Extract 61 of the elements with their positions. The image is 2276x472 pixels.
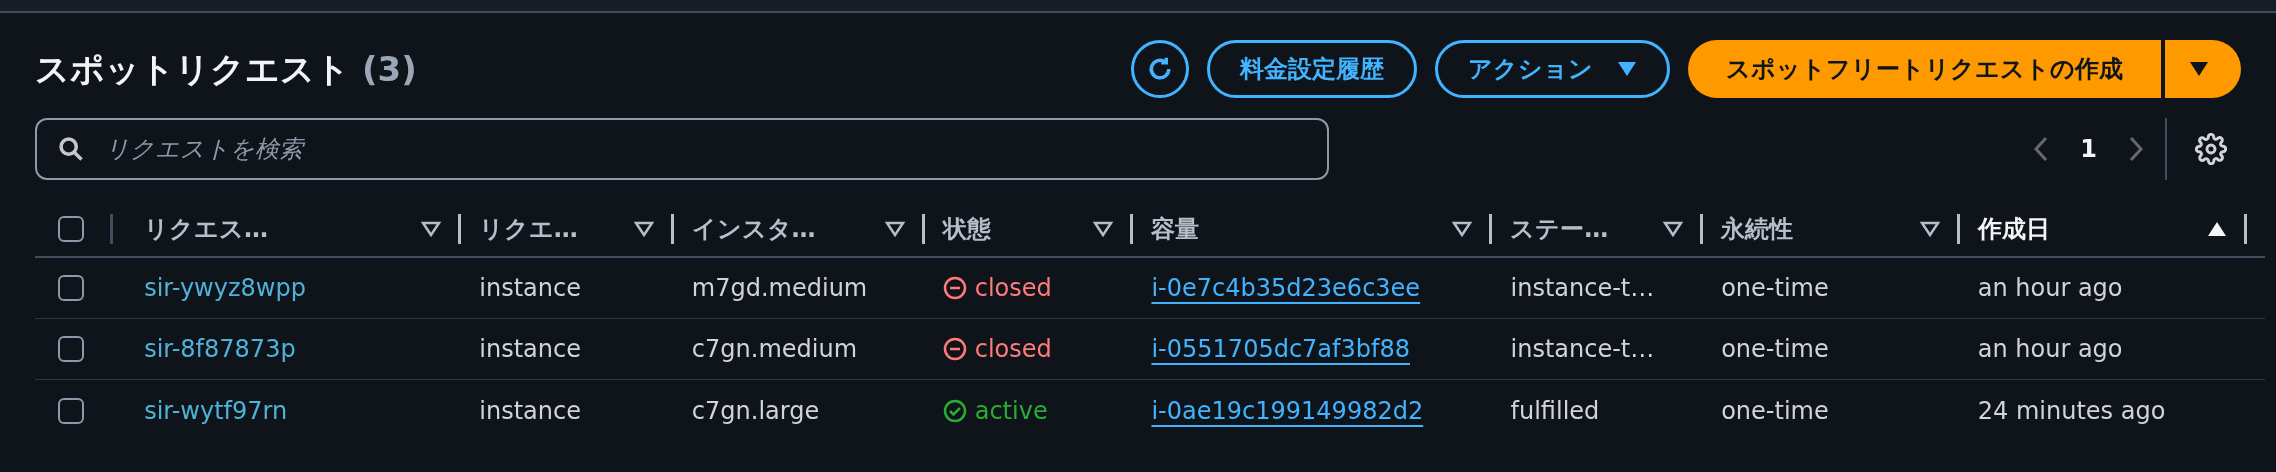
request-id-link[interactable]: sir-ywyz8wpp [144,270,306,306]
sort-icon [1918,220,1941,238]
table-cell-text: c7gn.large [691,395,820,427]
create-spot-fleet-button[interactable]: スポットフリートリクエストの作成 [1688,40,2161,98]
status-label: closed [942,331,1052,367]
sort-icon [1451,220,1474,238]
row-checkbox[interactable] [58,397,84,424]
table-cell-text: an hour ago [1977,273,2123,304]
sort-icon [1092,220,1115,238]
table-cell-text: instance [479,395,581,427]
table-cell-text: one-time [1721,273,1829,304]
page-number[interactable]: 1 [2080,131,2097,167]
request-count: (3) [362,47,417,91]
instance-link[interactable]: i-0551705dc7af3bf88 [1151,331,1410,367]
create-options-button[interactable] [2165,40,2241,98]
actions-dropdown[interactable]: アクション [1435,40,1670,98]
sort-icon [1662,220,1685,238]
table-cell-text: one-time [1721,334,1829,365]
column-header[interactable]: 作成日 [1977,211,2244,247]
table-cell-text: 24 minutes ago [1977,395,2166,427]
table-cell-text: m7gd.medium [691,273,868,304]
row-checkbox[interactable] [58,275,84,301]
pricing-history-button[interactable]: 料金設定履歴 [1207,40,1417,98]
column-header[interactable]: 永続性 [1721,211,1957,247]
settings-icon[interactable] [2195,133,2227,165]
request-id-link[interactable]: sir-8f87873p [144,331,296,367]
refresh-button[interactable] [1131,40,1189,98]
sort-icon [419,220,442,238]
table-cell-text: instance [479,273,581,304]
search-field[interactable]: リクエストを検索 [35,118,1329,180]
minus-circle-icon [942,276,967,300]
table-cell-text: instance-t… [1510,273,1655,304]
search-icon [57,135,85,163]
request-id-link[interactable]: sir-wytf97rn [144,392,288,429]
table-cell-text: instance [479,334,581,365]
status-label: closed [942,270,1052,306]
column-header[interactable]: インスタ… [691,211,922,247]
column-header[interactable]: ステー… [1510,211,1701,247]
table-cell-text: an hour ago [1977,334,2123,365]
page-title: スポットリクエスト [35,47,350,91]
select-all-checkbox[interactable] [58,216,84,242]
row-checkbox[interactable] [58,336,84,362]
sort-icon [883,220,906,238]
column-header[interactable]: リクエ… [478,211,671,247]
table-cell-text: c7gn.medium [691,334,858,365]
instance-link[interactable]: i-0e7c4b35d23e6c3ee [1151,270,1421,306]
sort-ascending-icon [2206,220,2228,238]
table-cell-text: one-time [1721,395,1829,427]
table-cell-text: fulfilled [1510,395,1600,427]
caret-down-icon [1617,61,1637,77]
next-page-icon[interactable] [2127,135,2145,163]
table-cell-text: instance-t… [1510,334,1655,365]
status-label: active [942,392,1048,429]
minus-circle-icon [942,337,967,361]
column-header[interactable]: 容量 [1151,211,1490,247]
caret-down-icon [2189,61,2209,77]
column-header[interactable]: リクエス… [143,211,458,247]
column-header[interactable]: 状態 [942,211,1131,247]
sort-icon [632,220,655,238]
check-circle-icon [942,398,967,423]
instance-link[interactable]: i-0ae19c199149982d2 [1151,392,1424,429]
